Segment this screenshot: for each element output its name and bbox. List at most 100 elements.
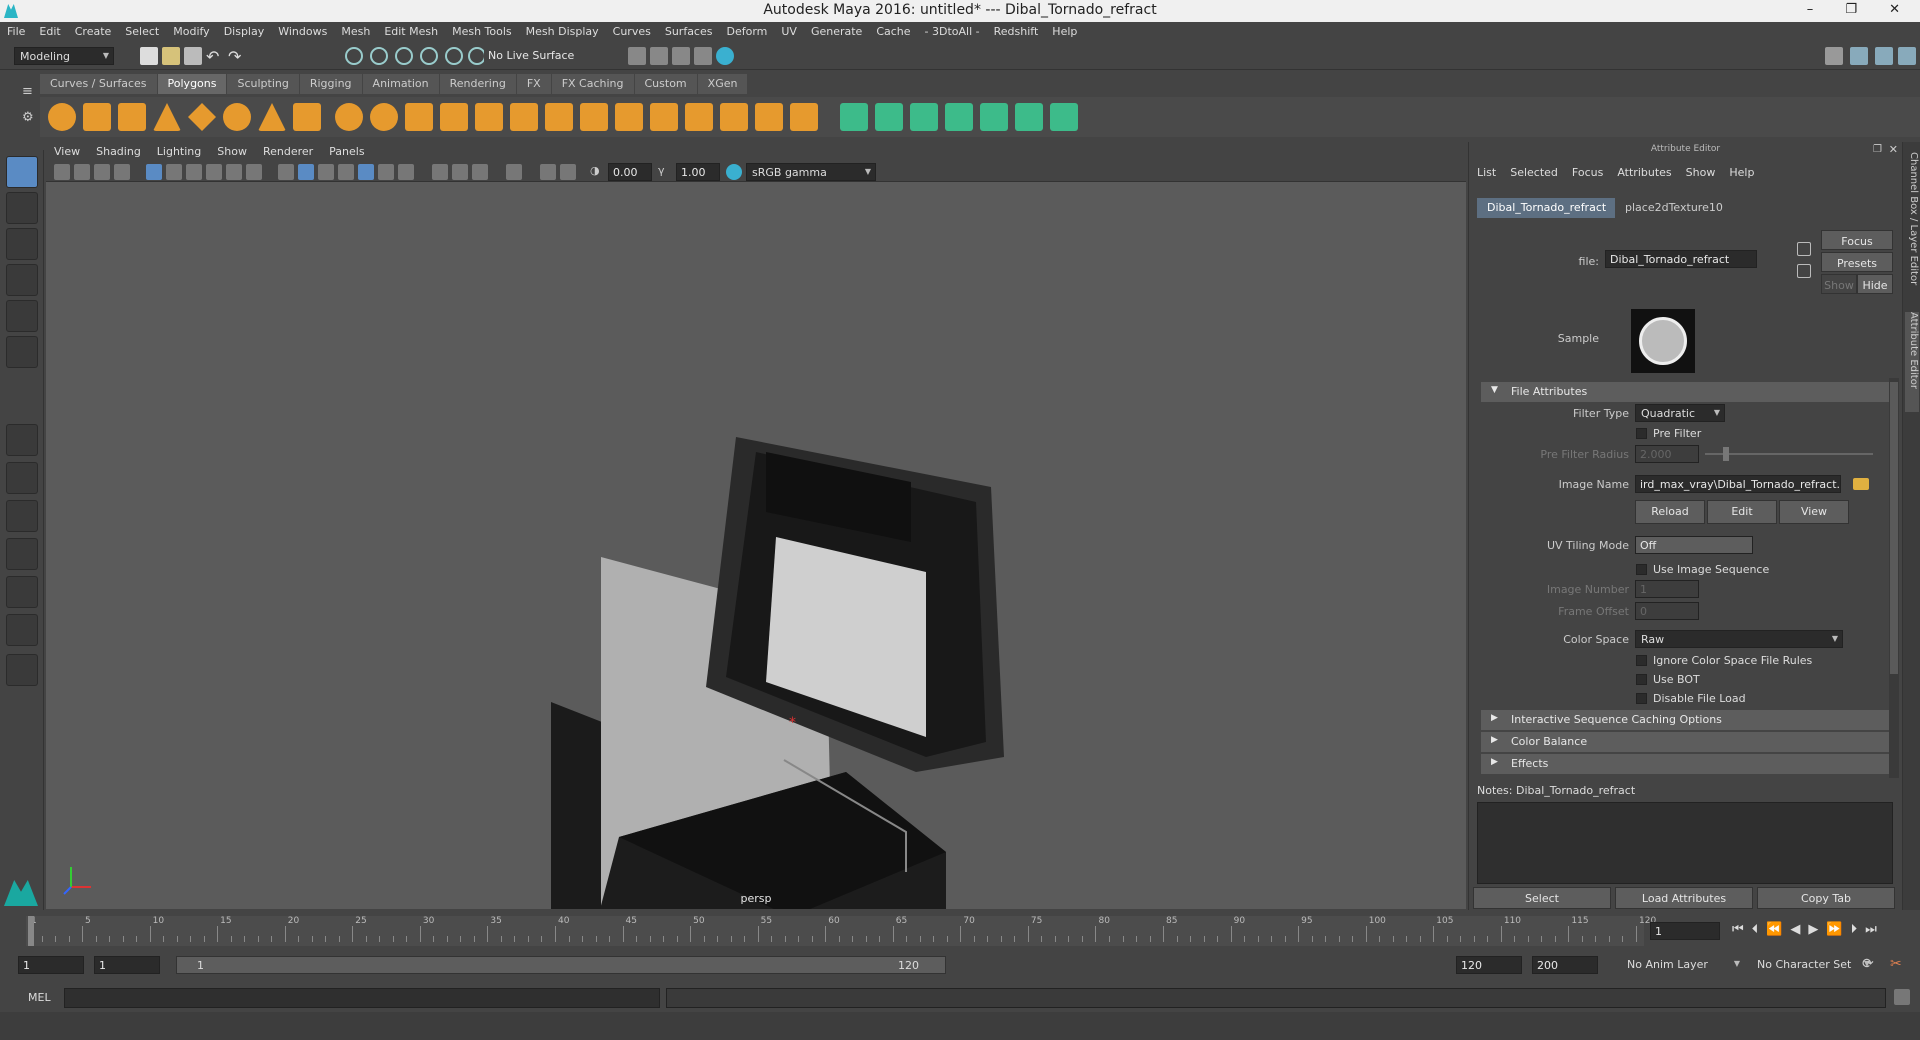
shelf-tab-animation[interactable]: Animation <box>362 74 439 94</box>
tab-place2dtexture10[interactable]: place2dTexture10 <box>1615 198 1733 218</box>
extract-icon[interactable] <box>405 103 433 131</box>
boolean-icon[interactable] <box>475 103 503 131</box>
show-button[interactable]: Show <box>1821 274 1857 294</box>
select-by-component-icon[interactable] <box>395 47 413 65</box>
section-interactive-sequence-caching[interactable]: ▶ Interactive Sequence Caching Options <box>1481 710 1893 730</box>
edit-button[interactable]: Edit <box>1707 500 1777 524</box>
hypershade-persp-layout-icon[interactable] <box>6 614 38 646</box>
section-color-balance[interactable]: ▶ Color Balance <box>1481 732 1893 752</box>
auto-key-icon[interactable]: ⟳ <box>1862 956 1880 974</box>
append-polygon-icon[interactable] <box>615 103 643 131</box>
notes-textarea[interactable] <box>1477 802 1893 884</box>
image-name-field[interactable]: ird_max_vray\Dibal_Tornado_refract.png <box>1635 475 1841 493</box>
step-forward-frame-icon[interactable]: ⏵ <box>1851 922 1866 937</box>
attribute-scrollbar-thumb[interactable] <box>1890 382 1898 674</box>
float-panel-icon[interactable]: ❐ <box>1873 144 1882 155</box>
playback-start-field[interactable]: 1 <box>94 956 160 974</box>
animation-preferences-icon[interactable]: ✂ <box>1890 956 1908 974</box>
poly-cube-icon[interactable] <box>83 103 111 131</box>
layout-options-icon[interactable] <box>6 654 38 686</box>
unfold-uv-icon[interactable] <box>1050 103 1078 131</box>
snap-curve-icon[interactable] <box>445 47 463 65</box>
ae-menu-selected[interactable]: Selected <box>1510 166 1558 179</box>
frame-offset-field[interactable]: 0 <box>1635 602 1699 620</box>
four-view-layout-icon[interactable] <box>6 462 38 494</box>
uv-editor-icon[interactable] <box>980 103 1008 131</box>
shelf-menu-icon[interactable]: ≡ <box>22 84 33 99</box>
camera-select-icon[interactable] <box>54 164 70 180</box>
range-slider[interactable]: 1 120 <box>176 956 946 974</box>
input-connection-icon[interactable] <box>1797 242 1811 256</box>
menu-mesh[interactable]: Mesh <box>334 22 377 42</box>
select-button[interactable]: Select <box>1473 887 1611 909</box>
viewport-menu-panels[interactable]: Panels <box>321 142 372 162</box>
ignore-color-space-checkbox[interactable] <box>1636 655 1647 666</box>
gate-mask-icon[interactable] <box>206 164 222 180</box>
menu-deform[interactable]: Deform <box>719 22 774 42</box>
view-button[interactable]: View <box>1779 500 1849 524</box>
live-surface-field[interactable]: No Live Surface <box>484 47 584 65</box>
focus-button[interactable]: Focus <box>1821 230 1893 250</box>
viewport-menu-lighting[interactable]: Lighting <box>149 142 209 162</box>
color-space-attr-dropdown[interactable]: Raw <box>1635 630 1843 648</box>
poly-pyramid-icon[interactable] <box>258 103 286 131</box>
anim-layer-dropdown[interactable]: No Anim Layer <box>1622 956 1744 974</box>
multi-cut-icon[interactable] <box>685 103 713 131</box>
tab-dibal-tornado-refract[interactable]: Dibal_Tornado_refract <box>1477 198 1617 218</box>
go-to-start-icon[interactable]: ⏮ <box>1732 922 1752 937</box>
hypershade-icon[interactable] <box>716 47 734 65</box>
workspace-icon[interactable] <box>1825 47 1843 65</box>
select-by-object-icon[interactable] <box>370 47 388 65</box>
shelf-tab-sculpting[interactable]: Sculpting <box>227 74 299 94</box>
section-effects[interactable]: ▶ Effects <box>1481 754 1893 774</box>
shadows-icon[interactable] <box>398 164 414 180</box>
play-backwards-icon[interactable]: ◀ <box>1790 922 1808 937</box>
shelf-tab-fx[interactable]: FX <box>516 74 551 94</box>
perspective-viewport[interactable]: * persp <box>46 182 1466 909</box>
ae-menu-focus[interactable]: Focus <box>1572 166 1603 179</box>
menu-redshift[interactable]: Redshift <box>987 22 1046 42</box>
scale-tool-icon[interactable] <box>6 336 38 368</box>
graph-persp-layout-icon[interactable] <box>6 576 38 608</box>
wireframe-on-shaded-icon[interactable] <box>318 164 334 180</box>
output-connection-icon[interactable] <box>1797 264 1811 278</box>
hide-button[interactable]: Hide <box>1857 274 1893 294</box>
select-by-hierarchy-icon[interactable] <box>345 47 363 65</box>
pre-filter-radius-field[interactable]: 2.000 <box>1635 445 1699 463</box>
automatic-uv-icon[interactable] <box>945 103 973 131</box>
channel-box-tab[interactable]: Channel Box / Layer Editor <box>1905 152 1919 302</box>
single-view-layout-icon[interactable] <box>6 424 38 456</box>
playback-end-field[interactable]: 120 <box>1456 956 1522 974</box>
xray-icon[interactable] <box>338 164 354 180</box>
current-frame-field[interactable]: 1 <box>1650 922 1720 940</box>
menu-mesh-display[interactable]: Mesh Display <box>519 22 606 42</box>
menu-surfaces[interactable]: Surfaces <box>658 22 720 42</box>
ae-menu-show[interactable]: Show <box>1686 166 1716 179</box>
shelf-tab-custom[interactable]: Custom <box>634 74 697 94</box>
folder-icon[interactable] <box>1853 478 1869 490</box>
menu-cache[interactable]: Cache <box>869 22 917 42</box>
bridge-icon[interactable] <box>545 103 573 131</box>
color-space-dropdown[interactable]: sRGB gamma <box>746 163 876 181</box>
side-by-side-layout-icon[interactable] <box>6 500 38 532</box>
grid-icon[interactable] <box>146 164 162 180</box>
use-all-lights-icon[interactable] <box>378 164 394 180</box>
render-view-icon[interactable] <box>628 47 646 65</box>
xray-active-components-icon[interactable] <box>560 164 576 180</box>
menu-file[interactable]: File <box>0 22 32 42</box>
separate-icon[interactable] <box>370 103 398 131</box>
smooth-icon[interactable] <box>440 103 468 131</box>
ipr-render-icon[interactable] <box>672 47 690 65</box>
window-controls[interactable]: – ❐ ✕ <box>1807 2 1914 17</box>
ambient-occlusion-icon[interactable] <box>432 164 448 180</box>
pre-filter-radius-slider[interactable] <box>1705 453 1873 455</box>
pre-filter-radius-slider-handle[interactable] <box>1723 447 1729 461</box>
menu-mesh-tools[interactable]: Mesh Tools <box>445 22 519 42</box>
checker-icon[interactable] <box>1015 103 1043 131</box>
panel-layout-icon[interactable] <box>1850 47 1868 65</box>
step-back-key-icon[interactable]: ⏪ <box>1766 922 1790 937</box>
go-to-end-icon[interactable]: ⏭ <box>1865 922 1885 937</box>
menu-edit-mesh[interactable]: Edit Mesh <box>377 22 445 42</box>
combine-icon[interactable] <box>335 103 363 131</box>
smooth-shade-icon[interactable] <box>298 164 314 180</box>
